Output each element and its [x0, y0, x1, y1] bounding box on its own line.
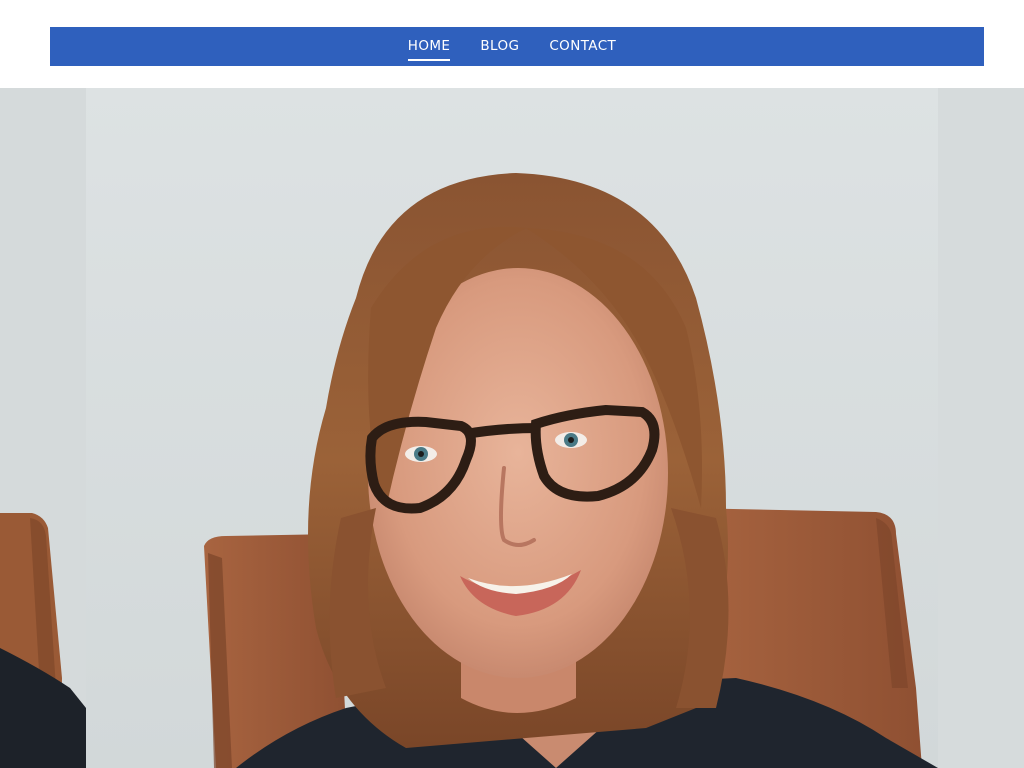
hero-side-right [938, 88, 1024, 768]
nav-link-blog[interactable]: BLOG [480, 38, 519, 57]
hero-side-right-image [938, 88, 1024, 768]
hero-portrait-image [86, 88, 938, 768]
hero-side-left-image [0, 88, 86, 768]
nav-item-home: HOME [407, 37, 451, 61]
nav-item-contact: CONTACT [549, 37, 616, 57]
nav-item-blog: BLOG [480, 37, 519, 57]
nav-list: HOME BLOG CONTACT [407, 37, 616, 61]
nav-link-contact[interactable]: CONTACT [549, 38, 616, 57]
nav-link-home[interactable]: HOME [407, 38, 451, 61]
portrait-illustration [86, 88, 938, 768]
site-header: HOME BLOG CONTACT [0, 0, 1024, 88]
main-navigation: HOME BLOG CONTACT [50, 27, 984, 66]
hero-section [0, 88, 1024, 768]
hero-side-left [0, 88, 86, 768]
